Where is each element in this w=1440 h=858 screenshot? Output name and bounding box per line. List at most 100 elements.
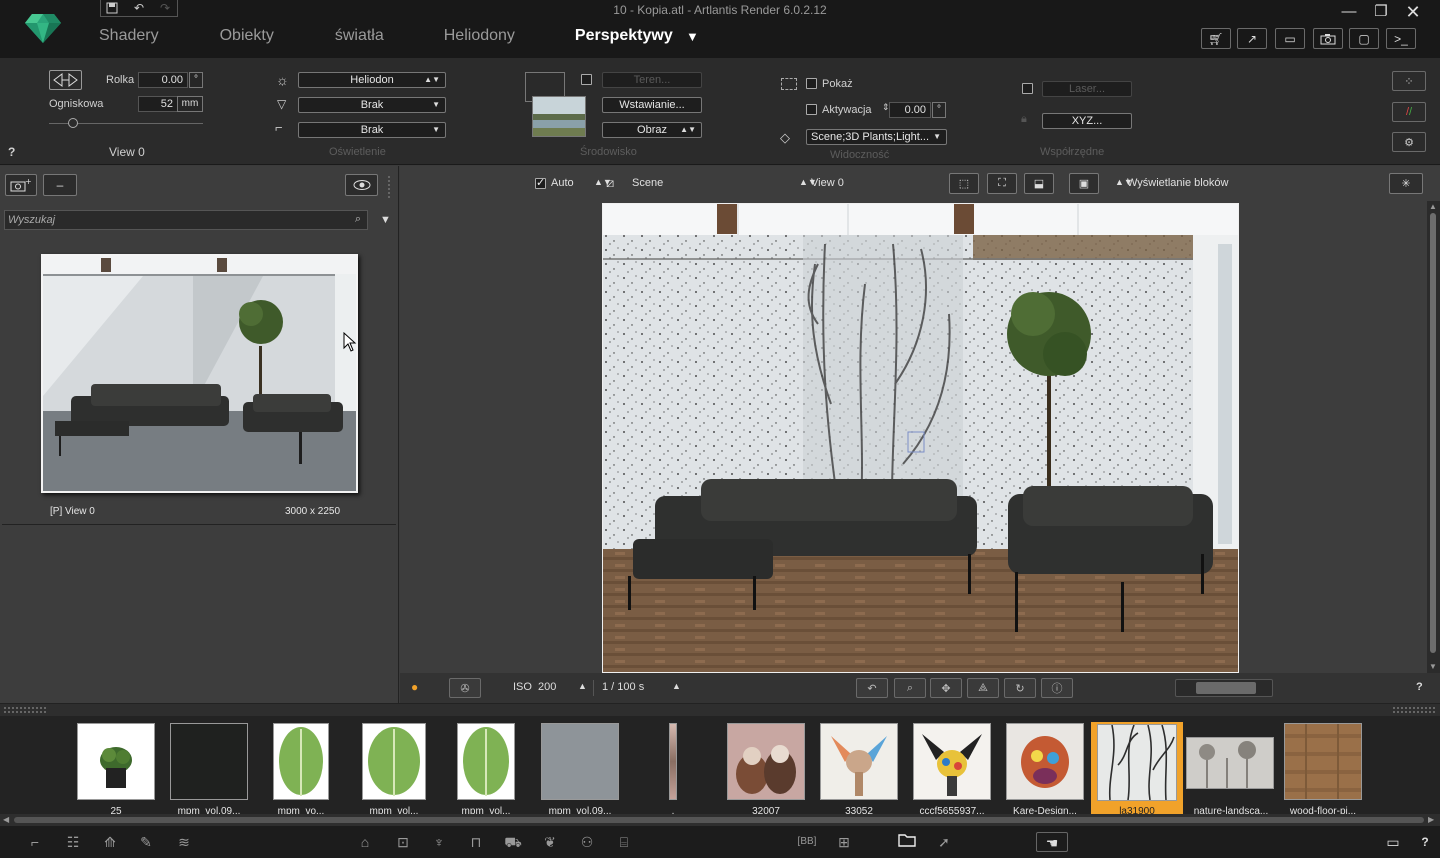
search-input[interactable]: Wyszukaj ⌕ bbox=[4, 210, 368, 230]
catalog-item[interactable]: mpm_vol.09... bbox=[169, 722, 249, 817]
folder-icon[interactable] bbox=[896, 832, 918, 852]
visibility-eye-icon[interactable] bbox=[345, 174, 378, 196]
iso-up-icon[interactable]: ▲ bbox=[578, 681, 587, 691]
close-icon[interactable]: ✕ bbox=[1403, 3, 1423, 21]
panel-resize-grip[interactable] bbox=[388, 176, 394, 198]
export-icon[interactable]: ↗ bbox=[1237, 28, 1267, 49]
auto-checkbox[interactable] bbox=[535, 176, 546, 189]
display-mode-selector[interactable]: Wyświetlanie bloków bbox=[1127, 177, 1228, 189]
postprocess-dropdown[interactable]: Brak ▼ bbox=[298, 122, 446, 138]
search-icon[interactable]: ⌕ bbox=[355, 213, 361, 226]
heliodon-dropdown[interactable]: Heliodon ▲▼ bbox=[298, 72, 446, 88]
catalog-item[interactable]: wood-floor-pi... bbox=[1283, 722, 1363, 817]
insert-button[interactable]: Wstawianie... bbox=[602, 97, 702, 113]
water-category-icon[interactable]: ≋ bbox=[173, 832, 195, 852]
view-selector[interactable]: View 0 bbox=[811, 177, 844, 189]
shutter-up-icon[interactable]: ▲ bbox=[672, 681, 681, 691]
navigation-speed-slider[interactable] bbox=[1175, 679, 1273, 697]
table-category-icon[interactable]: ⊓ bbox=[465, 832, 487, 852]
minimize-icon[interactable]: — bbox=[1339, 4, 1359, 20]
lamp-category-icon[interactable]: ♆ bbox=[428, 832, 450, 852]
scroll-up-icon[interactable]: ▲ bbox=[1429, 202, 1437, 211]
perspective-thumbnail[interactable] bbox=[41, 254, 358, 493]
scroll-down-icon[interactable]: ▼ bbox=[1429, 662, 1437, 671]
focal-slider-handle[interactable] bbox=[68, 118, 78, 128]
scroll-right-icon[interactable]: ▶ bbox=[1428, 815, 1434, 824]
catalog-item[interactable]: . bbox=[668, 722, 678, 817]
building-category-icon[interactable]: ⌸ bbox=[613, 832, 635, 852]
navigation-speed-thumb[interactable] bbox=[1196, 682, 1256, 694]
console-icon[interactable]: >_ bbox=[1386, 28, 1416, 49]
stairs-category-icon[interactable]: ☷ bbox=[62, 832, 84, 852]
grid-settings-icon[interactable]: ⁘ bbox=[1392, 71, 1426, 91]
tab-swiatla[interactable]: światła bbox=[335, 27, 384, 45]
catalog-item[interactable]: nature-landsca... bbox=[1186, 722, 1276, 817]
bottom-help-icon[interactable]: ? bbox=[1414, 832, 1436, 852]
catalog-item[interactable]: Kare-Design... bbox=[1005, 722, 1085, 817]
billboard-category-icon[interactable]: [BB] bbox=[796, 832, 818, 852]
plant-category-icon[interactable]: ❦ bbox=[539, 832, 561, 852]
catalog-item[interactable]: mpm_vol... bbox=[456, 722, 516, 817]
cart-icon[interactable]: 🛒︎ bbox=[1201, 28, 1231, 49]
aperture-icon[interactable]: ✇ bbox=[449, 678, 481, 698]
lock-icon[interactable]: 🔒︎ bbox=[1021, 113, 1027, 126]
camera-type-icon[interactable] bbox=[49, 70, 82, 90]
catalog-horizontal-scrollbar[interactable]: ◀ ▶ bbox=[0, 814, 1440, 826]
walk-icon[interactable]: ⟁ bbox=[967, 678, 999, 698]
light-toggle-icon[interactable]: ✳ bbox=[1389, 173, 1423, 194]
laser-button[interactable]: Laser... bbox=[1042, 81, 1132, 97]
render-camera-icon[interactable] bbox=[1313, 28, 1343, 49]
xyz-button[interactable]: XYZ... bbox=[1042, 113, 1132, 129]
brush-category-icon[interactable]: ✎ bbox=[135, 832, 157, 852]
filter-dropdown-icon[interactable]: ▼ bbox=[380, 214, 391, 226]
scroll-left-icon[interactable]: ◀ bbox=[3, 815, 9, 824]
paint-roller-category-icon[interactable]: ⌐ bbox=[24, 832, 46, 852]
car-category-icon[interactable]: ⛟ bbox=[502, 832, 524, 852]
zoom-icon[interactable]: ⌕ bbox=[894, 678, 926, 698]
tab-dropdown-icon[interactable]: ▼ bbox=[686, 29, 699, 44]
splitter-grip-right[interactable] bbox=[1393, 707, 1435, 713]
frame-icon[interactable]: ⬓ bbox=[1024, 173, 1054, 194]
orbit-icon[interactable]: ↻ bbox=[1004, 678, 1036, 698]
pointer-icon[interactable]: ➚ bbox=[933, 832, 955, 852]
sofa-category-icon[interactable]: ⌂ bbox=[354, 832, 376, 852]
viewport-help-icon[interactable]: ? bbox=[1416, 681, 1423, 693]
fit-view-icon[interactable]: ⛶ bbox=[987, 173, 1017, 194]
layers-dropdown[interactable]: Scene;3D Plants;Light... ▼ bbox=[806, 129, 947, 145]
catalog-item[interactable]: mpm_vo... bbox=[272, 722, 330, 817]
activation-input[interactable]: 0.00 bbox=[889, 102, 931, 118]
tab-shadery[interactable]: Shadery bbox=[99, 27, 159, 45]
scene-selector[interactable]: Scene bbox=[632, 177, 663, 189]
splitter-grip-left[interactable] bbox=[4, 707, 46, 713]
help-icon[interactable]: ? bbox=[8, 145, 15, 159]
terrain-button[interactable]: Teren... bbox=[602, 72, 702, 88]
render-preview[interactable] bbox=[602, 203, 1239, 673]
catalog-scrollbar-thumb[interactable] bbox=[14, 817, 1424, 823]
environment-type-dropdown[interactable]: Obraz ▲▼ bbox=[602, 122, 702, 138]
remove-camera-button[interactable]: – bbox=[43, 174, 77, 196]
focal-input[interactable]: 52 bbox=[138, 96, 178, 112]
catalog-item[interactable]: 32007 bbox=[726, 722, 806, 817]
zoom-region-icon[interactable]: ⬚ bbox=[949, 173, 979, 194]
terrain-checkbox[interactable] bbox=[581, 74, 592, 85]
undo-view-icon[interactable]: ↶ bbox=[856, 678, 888, 698]
settings-gear-icon[interactable]: ⚙ bbox=[1392, 132, 1426, 152]
catalog-item[interactable]: mpm_vol... bbox=[361, 722, 427, 817]
preview-window-icon[interactable]: ▣ bbox=[1069, 173, 1099, 194]
render-viewport[interactable] bbox=[400, 201, 1427, 673]
iso-value[interactable]: 200 bbox=[538, 681, 556, 693]
tab-perspektywy[interactable]: Perspektywy bbox=[575, 27, 673, 45]
roll-input[interactable]: 0.00 bbox=[138, 72, 188, 88]
activation-checkbox[interactable] bbox=[806, 104, 817, 115]
catalog-splitter[interactable] bbox=[0, 703, 1440, 716]
scrollbar-thumb[interactable] bbox=[1430, 213, 1436, 653]
catalog-item[interactable]: 33052 bbox=[819, 722, 899, 817]
crop-window-icon[interactable]: ▢ bbox=[1349, 28, 1379, 49]
laser-checkbox[interactable] bbox=[1022, 83, 1033, 94]
restore-icon[interactable]: ❐ bbox=[1371, 4, 1391, 20]
image-category-icon[interactable]: ⊞ bbox=[833, 832, 855, 852]
catalog-item[interactable]: mpm_vol.09... bbox=[540, 722, 620, 817]
viewport-vertical-scrollbar[interactable]: ▲ ▼ bbox=[1427, 201, 1440, 673]
shutter-speed[interactable]: 1 / 100 s bbox=[602, 681, 644, 693]
people-category-icon[interactable]: ⚇ bbox=[576, 832, 598, 852]
